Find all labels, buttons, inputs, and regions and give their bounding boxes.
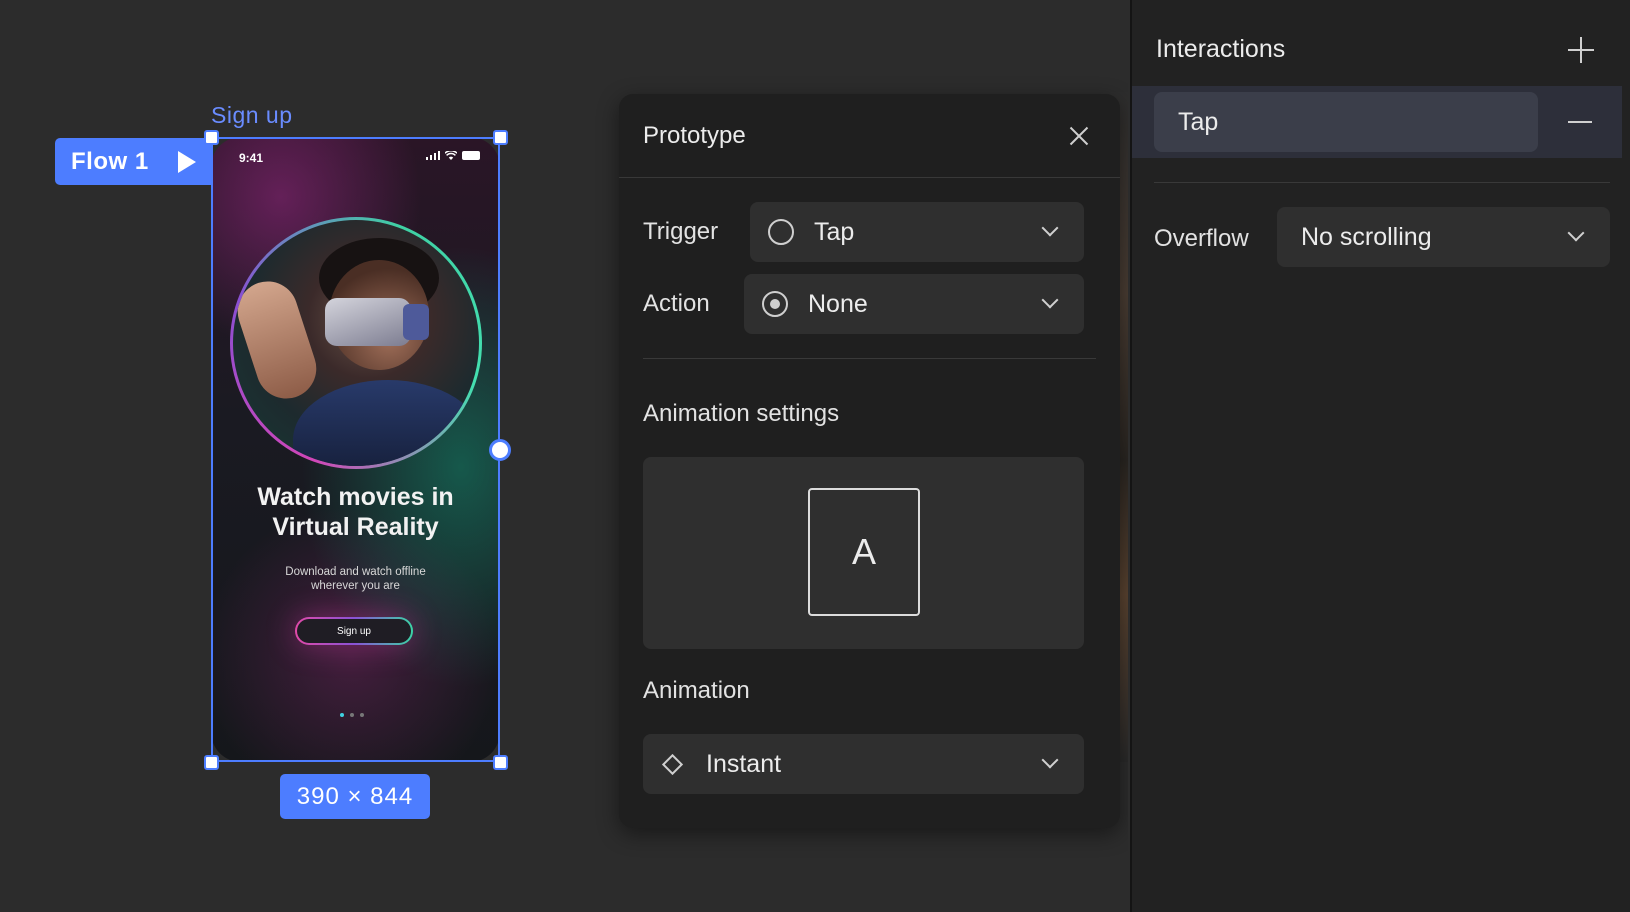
status-time: 9:41: [239, 151, 264, 165]
remove-interaction-minus-icon[interactable]: [1568, 121, 1592, 123]
chevron-down-icon: [1041, 219, 1059, 237]
diamond-icon: [661, 753, 684, 775]
flow-name: Flow 1: [71, 147, 149, 175]
chevron-down-icon: [1041, 291, 1059, 309]
resize-handle-top-left[interactable]: [204, 130, 219, 145]
action-value: None: [808, 289, 868, 318]
frame-name-label[interactable]: Sign up: [211, 102, 293, 129]
wifi-icon: [445, 151, 457, 160]
phone-signup-button-label: Sign up: [297, 619, 411, 643]
phone-headline: Watch movies in Virtual Reality: [257, 483, 454, 541]
action-label: Action: [643, 290, 710, 317]
action-dropdown[interactable]: None: [744, 274, 1084, 334]
play-icon[interactable]: [178, 151, 196, 173]
animation-preview: A: [643, 457, 1084, 649]
overflow-value: No scrolling: [1301, 222, 1432, 251]
overflow-label: Overflow: [1154, 225, 1249, 252]
close-icon[interactable]: [1067, 124, 1091, 148]
right-sidebar: Interactions Tap Overflow No scrolling: [1130, 0, 1630, 912]
vr-headset-person-image: [233, 220, 479, 466]
prototype-panel-header: Prototype: [619, 94, 1120, 178]
hero-image-ring: [230, 217, 482, 469]
interaction-row[interactable]: Tap: [1132, 86, 1622, 158]
animation-value: Instant: [706, 749, 782, 778]
canvas[interactable]: Sign up Flow 1 9:41 Watch movies in Virt…: [0, 0, 1128, 912]
prototype-panel-title: Prototype: [643, 122, 746, 149]
flow-start-tag[interactable]: Flow 1: [55, 138, 211, 185]
section-divider: [643, 358, 1096, 359]
overflow-dropdown[interactable]: No scrolling: [1277, 207, 1610, 267]
animation-label: Animation: [643, 677, 750, 704]
phone-subtitle: Download and watch offline wherever you …: [285, 566, 426, 592]
interactions-title: Interactions: [1156, 35, 1286, 63]
animation-dropdown[interactable]: Instant: [643, 734, 1084, 794]
resize-handle-bottom-right[interactable]: [493, 755, 508, 770]
phone-frame[interactable]: 9:41 Watch movies in Virtual Reality Dow…: [211, 137, 500, 762]
prototype-connection-handle[interactable]: [489, 439, 511, 461]
resize-handle-top-right[interactable]: [493, 130, 508, 145]
phone-signup-button[interactable]: Sign up: [295, 617, 413, 645]
signal-icon: [426, 151, 440, 160]
frame-size-badge: 390 × 844: [280, 774, 430, 819]
prototype-panel: Prototype Trigger Tap Action None Animat…: [619, 94, 1120, 828]
interaction-item-tap[interactable]: Tap: [1154, 92, 1538, 152]
animation-settings-label: Animation settings: [643, 400, 840, 427]
battery-icon: [462, 151, 480, 160]
add-interaction-plus-icon[interactable]: [1568, 37, 1594, 63]
trigger-dropdown[interactable]: Tap: [750, 202, 1084, 262]
animation-preview-card: A: [808, 488, 920, 616]
page-indicator: [340, 713, 364, 717]
tap-trigger-icon: [768, 219, 794, 245]
chevron-down-icon: [1567, 224, 1585, 242]
action-none-icon: [762, 291, 788, 317]
resize-handle-bottom-left[interactable]: [204, 755, 219, 770]
chevron-down-icon: [1041, 751, 1059, 769]
status-icons: [426, 151, 480, 160]
sidebar-divider: [1154, 182, 1610, 183]
trigger-label: Trigger: [643, 218, 719, 245]
trigger-value: Tap: [814, 217, 855, 246]
